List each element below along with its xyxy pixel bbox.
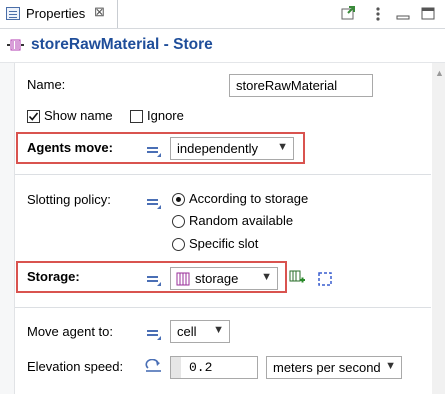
minimize-icon[interactable] [396,6,410,25]
radio-random-available[interactable] [172,215,185,228]
maximize-icon[interactable] [420,5,436,24]
storage-value: storage [195,271,239,286]
name-input[interactable]: storeRawMaterial [229,74,373,97]
storage-label: Storage: [27,269,80,284]
static-value-icon[interactable] [147,197,161,209]
dynamic-value-icon[interactable] [145,358,163,376]
static-value-icon[interactable] [147,328,161,340]
chevron-down-icon: ▼ [213,324,224,336]
chevron-down-icon: ▼ [261,271,272,283]
select-in-graph-icon[interactable] [317,271,333,290]
elevation-speed-unit-select[interactable]: meters per second ▼ [266,356,402,379]
agents-move-label: Agents move: [27,140,113,155]
move-agent-to-value: cell [177,324,197,339]
storage-icon [176,272,190,289]
checkmark-icon [28,112,39,121]
tab-label: Properties [26,6,86,21]
elevation-speed-input[interactable]: 0.2 [170,356,258,379]
chevron-down-icon: ▼ [277,141,288,153]
radio-according-to-storage[interactable] [172,193,185,206]
storage-select[interactable]: storage ▼ [170,267,278,290]
properties-tab[interactable]: Properties ⊠ [0,0,118,28]
section-divider [15,174,431,175]
elevation-speed-value: 0.2 [189,360,213,375]
option-specific-slot[interactable]: Specific slot [189,236,258,251]
ignore-checkbox[interactable] [130,110,143,123]
show-name-checkbox[interactable] [27,110,40,123]
move-agent-to-select[interactable]: cell ▼ [170,320,230,343]
agents-move-select[interactable]: independently ▼ [170,137,294,160]
create-storage-icon[interactable] [289,270,307,291]
close-icon[interactable]: ⊠ [94,4,105,20]
radio-specific-slot[interactable] [172,238,185,251]
pin-icon[interactable] [340,5,356,24]
name-label: Name: [27,77,66,92]
static-value-icon[interactable] [147,145,161,157]
move-agent-to-label: Move agent to: [27,324,113,339]
show-name-label[interactable]: Show name [44,108,113,123]
view-menu-icon[interactable] [374,6,382,25]
name-input-value: storeRawMaterial [236,78,338,93]
vertical-scrollbar[interactable] [432,63,445,394]
option-random-available[interactable]: Random available [189,213,293,228]
elevation-speed-label: Elevation speed: [27,359,124,374]
properties-icon [6,7,20,20]
section-divider [15,307,431,308]
ignore-label[interactable]: Ignore [147,108,184,123]
static-value-icon[interactable] [147,274,161,286]
chevron-down-icon: ▼ [385,360,396,372]
scroll-up-icon[interactable]: ▲ [435,68,444,78]
agents-move-value: independently [177,141,258,156]
slotting-policy-label: Slotting policy: [27,192,111,207]
store-block-icon [7,38,25,52]
elevation-speed-unit: meters per second [273,360,381,375]
option-according-to-storage[interactable]: According to storage [189,191,308,206]
properties-header: storeRawMaterial - Store [0,29,445,63]
page-title: storeRawMaterial - Store [31,36,213,53]
